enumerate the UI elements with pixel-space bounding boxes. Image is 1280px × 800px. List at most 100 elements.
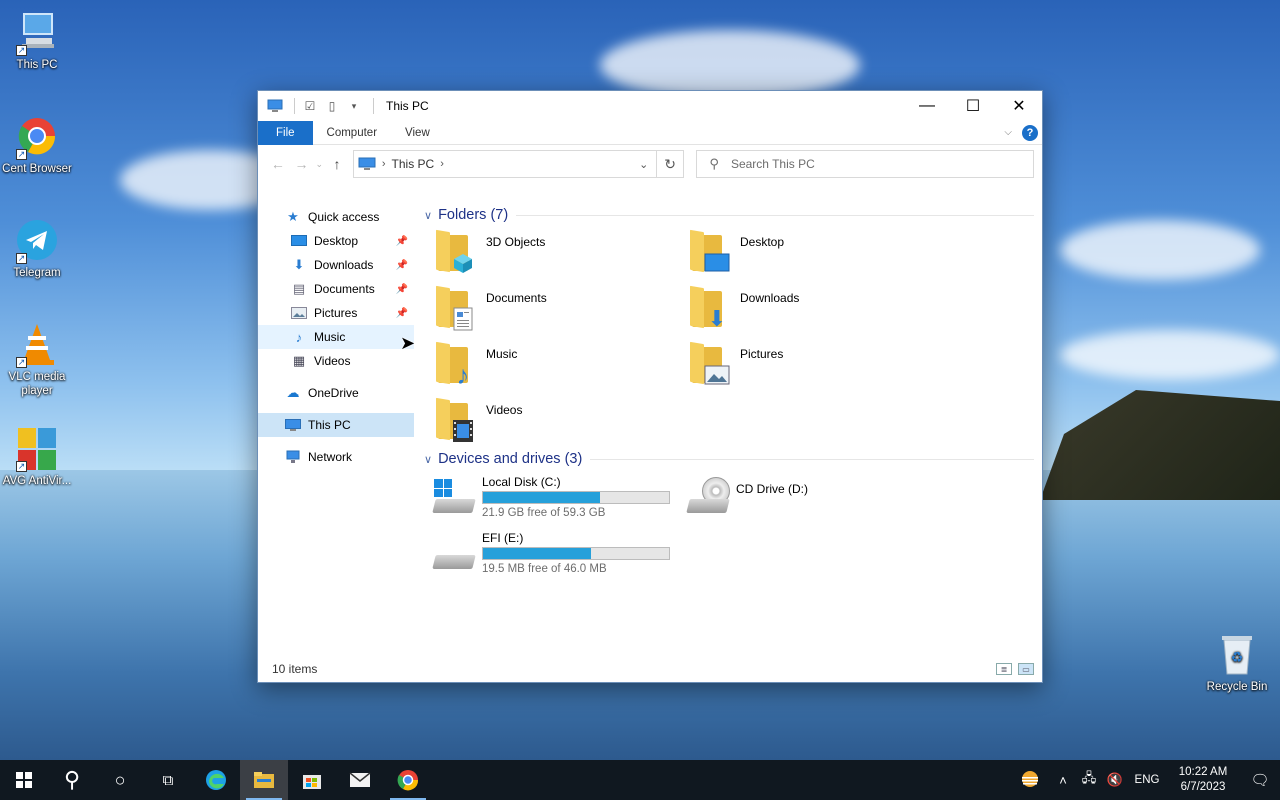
- music-folder-icon: ♪: [436, 341, 476, 390]
- cortana-button[interactable]: ○: [96, 760, 144, 800]
- pin-icon[interactable]: 📌: [396, 260, 408, 271]
- store-bag-icon: [303, 775, 321, 789]
- taskbar: ⚲ ○ ⧉ ˄ 🖧 🔇 ENG 10:22 AM 6/7/2023 🗨: [0, 760, 1280, 800]
- up-arrow-icon[interactable]: ↑: [325, 156, 349, 172]
- computer-icon: ↗: [14, 10, 60, 56]
- volume-muted-icon[interactable]: 🔇: [1102, 772, 1128, 788]
- sidebar-item-documents[interactable]: ▤ Documents 📌: [258, 277, 414, 301]
- folder-documents[interactable]: Documents: [436, 285, 690, 341]
- tab-computer[interactable]: Computer: [313, 121, 392, 145]
- taskbar-cent-browser[interactable]: [384, 760, 432, 800]
- desktop-icon-cent-browser[interactable]: ↗ Cent Browser: [0, 114, 74, 176]
- windows-drive-icon: [432, 477, 478, 517]
- start-button[interactable]: [0, 760, 48, 800]
- close-button[interactable]: ✕: [996, 91, 1042, 121]
- desktop-icon-label: AVG AntiVir...: [2, 475, 72, 487]
- sidebar-item-music[interactable]: ♪ Music: [258, 325, 414, 349]
- desktop-icon-recycle-bin[interactable]: ♻ Recycle Bin: [1200, 632, 1274, 694]
- show-hidden-icons-chevron-icon[interactable]: ˄: [1050, 773, 1076, 788]
- folders-group-header[interactable]: ∨ Folders (7): [424, 203, 1042, 227]
- drive-c[interactable]: Local Disk (C:) 21.9 GB free of 59.3 GB: [432, 473, 686, 529]
- folder-videos[interactable]: Videos: [436, 397, 690, 453]
- desktop-icon-telegram[interactable]: ↗ Telegram: [0, 218, 74, 280]
- taskbar-edge[interactable]: [192, 760, 240, 800]
- large-icons-view-icon[interactable]: ▭: [1018, 663, 1034, 675]
- folder-label: 3D Objects: [486, 235, 546, 249]
- window-title: This PC: [386, 99, 429, 113]
- folder-3d-objects[interactable]: 3D Objects: [436, 229, 690, 285]
- drive-d[interactable]: CD Drive (D:): [686, 473, 940, 529]
- desktop-icon-label: This PC: [16, 59, 58, 71]
- sidebar-item-network[interactable]: Network: [258, 445, 414, 469]
- folder-label: Desktop: [740, 235, 785, 249]
- clock-date: 6/7/2023: [1180, 781, 1226, 793]
- cortana-circle-icon: ○: [114, 769, 126, 790]
- downloads-icon: ⬇: [293, 257, 305, 272]
- network-icon[interactable]: 🖧: [1076, 769, 1102, 791]
- desktop-icon-avg[interactable]: ↗ AVG AntiVir...: [0, 426, 74, 488]
- sidebar-item-label: OneDrive: [308, 386, 359, 400]
- content-pane: ∨ Folders (7) 3D Objects Desktop Documen…: [414, 199, 1042, 656]
- folder-desktop[interactable]: Desktop: [690, 229, 944, 285]
- breadcrumb-separator[interactable]: ›: [440, 158, 444, 170]
- desktop-icon-this-pc[interactable]: ↗ This PC: [0, 10, 74, 72]
- sidebar-item-desktop[interactable]: Desktop 📌: [258, 229, 414, 253]
- sidebar-item-label: Pictures: [314, 306, 358, 320]
- customize-toolbar-icon[interactable]: ▾: [345, 98, 363, 114]
- clock-time: 10:22 AM: [1178, 766, 1228, 778]
- pin-icon[interactable]: 📌: [396, 284, 408, 295]
- mail-icon: [349, 772, 371, 787]
- folder-music[interactable]: ♪ Music: [436, 341, 690, 397]
- breadcrumb-separator[interactable]: ›: [382, 158, 386, 170]
- address-bar[interactable]: › This PC › ⌄: [352, 150, 657, 178]
- title-bar[interactable]: ☑ ▯ ▾ This PC — ☐ ✕: [258, 91, 1042, 121]
- desktop-icon-label: Cent Browser: [2, 163, 72, 175]
- breadcrumb-this-pc[interactable]: This PC: [392, 157, 435, 171]
- task-view-button[interactable]: ⧉: [144, 760, 192, 800]
- maximize-button[interactable]: ☐: [950, 91, 996, 121]
- drive-label: EFI (E:): [482, 531, 524, 545]
- sidebar-item-videos[interactable]: ▦ Videos: [258, 349, 414, 373]
- tab-file[interactable]: File: [258, 120, 313, 145]
- svg-text:♻: ♻: [1231, 649, 1244, 665]
- sidebar-item-onedrive[interactable]: ☁ OneDrive: [258, 381, 414, 405]
- folder-label: Downloads: [740, 291, 800, 305]
- drive-free-space: 19.5 MB free of 46.0 MB: [482, 563, 607, 575]
- desktop-icon-vlc[interactable]: ↗ VLC media player: [0, 322, 74, 398]
- properties-icon[interactable]: ☑: [301, 98, 319, 114]
- sidebar-item-label: Quick access: [308, 210, 380, 224]
- sidebar-item-pictures[interactable]: Pictures 📌: [258, 301, 414, 325]
- weather-icon[interactable]: [1010, 770, 1050, 791]
- sidebar-item-quick-access[interactable]: ★ Quick access: [258, 205, 414, 229]
- back-arrow-icon[interactable]: ←: [266, 156, 290, 172]
- search-button[interactable]: ⚲: [48, 760, 96, 800]
- pin-icon[interactable]: 📌: [396, 308, 408, 319]
- drives-group-header[interactable]: ∨ Devices and drives (3): [424, 447, 1042, 471]
- tab-view[interactable]: View: [391, 121, 444, 145]
- expand-ribbon-chevron-icon[interactable]: ⌵: [1004, 127, 1012, 138]
- details-view-icon[interactable]: ≣: [996, 663, 1012, 675]
- input-language[interactable]: ENG: [1128, 774, 1166, 786]
- clock[interactable]: 10:22 AM 6/7/2023: [1166, 765, 1240, 795]
- action-center-icon[interactable]: 🗨: [1240, 771, 1280, 789]
- hard-drive-icon: [432, 533, 478, 573]
- address-history-chevron-icon[interactable]: ⌄: [632, 158, 656, 171]
- drive-e[interactable]: EFI (E:) 19.5 MB free of 46.0 MB: [432, 529, 686, 585]
- forward-arrow-icon[interactable]: →: [290, 156, 314, 172]
- new-folder-icon[interactable]: ▯: [323, 98, 341, 114]
- group-title: Devices and drives (3): [438, 451, 583, 467]
- taskbar-mail[interactable]: [336, 760, 384, 800]
- taskbar-file-explorer[interactable]: [240, 760, 288, 800]
- desktop-icon-label: VLC media player: [8, 371, 66, 397]
- sidebar-item-downloads[interactable]: ⬇ Downloads 📌: [258, 253, 414, 277]
- folder-pictures[interactable]: Pictures: [690, 341, 944, 397]
- search-input[interactable]: ⚲ Search This PC: [696, 150, 1034, 178]
- help-icon[interactable]: ?: [1022, 124, 1038, 141]
- pin-icon[interactable]: 📌: [396, 236, 408, 247]
- chevron-down-icon[interactable]: ⌄: [313, 159, 325, 170]
- sidebar-item-this-pc[interactable]: This PC: [258, 413, 414, 437]
- folder-downloads[interactable]: ⬇ Downloads: [690, 285, 944, 341]
- refresh-button[interactable]: ↻: [656, 150, 685, 178]
- taskbar-store[interactable]: [288, 760, 336, 800]
- minimize-button[interactable]: —: [904, 91, 950, 121]
